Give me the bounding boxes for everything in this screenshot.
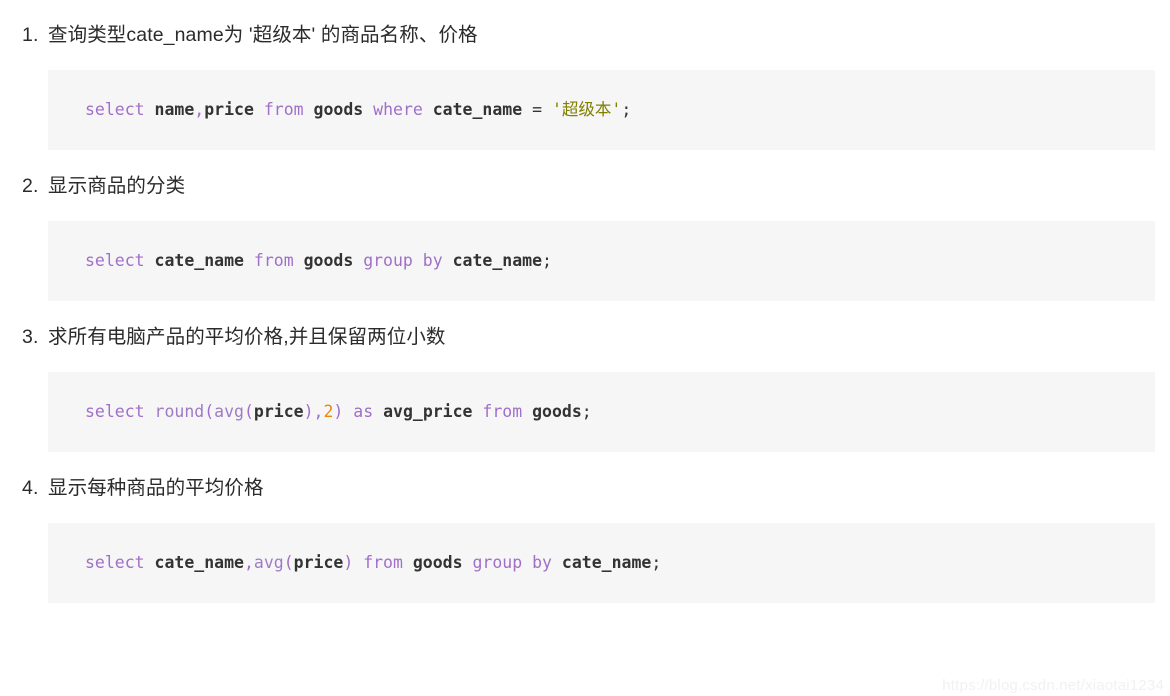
code-token-id: cate_name (452, 251, 543, 270)
code-token-pk: ( (204, 402, 215, 421)
code-token-kw: from (253, 251, 294, 270)
code-token-punc (373, 402, 383, 421)
code-token-id: goods (303, 251, 354, 270)
code-token-punc (522, 553, 532, 572)
code-token-pk: , (313, 402, 324, 421)
code-token-punc (413, 251, 423, 270)
code-token-kw: select (85, 553, 145, 572)
code-token-punc: ; (581, 402, 592, 421)
code-token-punc (343, 402, 353, 421)
sql-code-block[interactable]: select name,price from goods where cate_… (48, 70, 1155, 150)
code-token-pk: ) (333, 402, 344, 421)
question-item: 3. 求所有电脑产品的平均价格,并且保留两位小数 select round(avg(… (0, 324, 1170, 452)
code-token-kw: select (85, 251, 145, 270)
question-title: 求所有电脑产品的平均价格,并且保留两位小数 (48, 326, 446, 348)
question-number: 3. (22, 326, 39, 348)
code-token-kw: as (353, 402, 374, 421)
code-token-id: cate_name (561, 553, 652, 572)
code-token-kw: from (263, 100, 304, 119)
code-token-id: name (154, 100, 195, 119)
code-token-kw: where (373, 100, 423, 119)
code-token-pk: ( (283, 553, 294, 572)
code-token-kw: select (85, 100, 145, 119)
question-heading: 3. 求所有电脑产品的平均价格,并且保留两位小数 (0, 324, 1170, 350)
code-token-punc: ; (621, 100, 632, 119)
code-token-punc (552, 553, 562, 572)
code-token-id: price (204, 100, 254, 119)
question-heading: 2. 显示商品的分类 (0, 173, 1170, 199)
top-spacer (0, 0, 1170, 22)
article-page: 1. 查询类型cate_name为 '超级本' 的商品名称、价格 select na… (0, 0, 1170, 696)
code-token-punc (403, 553, 413, 572)
sql-code-block[interactable]: select cate_name,avg(price) from goods g… (48, 523, 1155, 603)
code-token-id: cate_name (154, 553, 244, 572)
code-token-kw: by (422, 251, 443, 270)
code-token-punc (472, 402, 482, 421)
code-token-punc: ; (651, 553, 662, 572)
code-token-pk: , (243, 553, 254, 572)
code-token-punc (254, 100, 264, 119)
question-item: 2. 显示商品的分类 select cate_name from goods gro… (0, 173, 1170, 301)
question-list: 1. 查询类型cate_name为 '超级本' 的商品名称、价格 select na… (0, 22, 1170, 603)
sql-code-line: select round(avg(price),2) as avg_price … (48, 401, 592, 423)
code-token-op: = (532, 100, 543, 119)
code-token-id: cate_name (154, 251, 244, 270)
sql-code-line: select cate_name,avg(price) from goods g… (48, 552, 661, 574)
code-token-pk: ) (303, 402, 314, 421)
code-token-punc (145, 251, 155, 270)
code-token-fn: round (154, 402, 205, 421)
code-token-kw: group (363, 251, 413, 270)
code-token-fn: avg (214, 402, 244, 421)
code-token-id: cate_name (432, 100, 523, 119)
code-token-punc (145, 100, 155, 119)
code-token-punc (443, 251, 453, 270)
code-token-punc (294, 251, 304, 270)
code-token-fn: avg (253, 553, 284, 572)
code-token-id: goods (532, 402, 582, 421)
question-title: 查询类型cate_name为 '超级本' 的商品名称、价格 (48, 24, 478, 46)
code-token-kw: select (85, 402, 145, 421)
code-token-punc (145, 402, 155, 421)
code-token-pk: ( (243, 402, 254, 421)
question-item: 4. 显示每种商品的平均价格 select cate_name,avg(price)… (0, 475, 1170, 603)
code-token-kw: from (482, 402, 523, 421)
question-number: 2. (22, 175, 39, 197)
csdn-watermark: https://blog.csdn.net/xiaotai1234 (942, 677, 1164, 694)
code-token-num: 2 (323, 402, 334, 421)
code-token-punc (145, 553, 155, 572)
code-token-id: avg_price (383, 402, 473, 421)
code-token-id: price (253, 402, 304, 421)
code-token-punc (542, 100, 552, 119)
question-heading: 4. 显示每种商品的平均价格 (0, 475, 1170, 501)
code-token-punc (304, 100, 314, 119)
code-token-punc (522, 100, 532, 119)
code-token-pk: , (194, 100, 205, 119)
sql-code-line: select cate_name from goods group by cat… (48, 250, 552, 272)
question-title: 显示商品的分类 (48, 175, 186, 197)
question-item: 1. 查询类型cate_name为 '超级本' 的商品名称、价格 select na… (0, 22, 1170, 150)
code-token-kw: by (532, 553, 552, 572)
code-token-punc (353, 251, 363, 270)
code-token-kw: group (472, 553, 523, 572)
code-token-id: price (293, 553, 344, 572)
code-token-punc (522, 402, 532, 421)
code-token-punc: ; (542, 251, 552, 270)
code-token-punc (463, 553, 473, 572)
question-title: 显示每种商品的平均价格 (48, 477, 264, 499)
question-number: 4. (22, 477, 39, 499)
code-token-punc (363, 100, 373, 119)
sql-code-line: select name,price from goods where cate_… (48, 99, 631, 121)
question-number: 1. (22, 24, 39, 46)
code-token-punc (244, 251, 254, 270)
code-token-punc (423, 100, 433, 119)
code-token-id: goods (313, 100, 364, 119)
sql-code-block[interactable]: select cate_name from goods group by cat… (48, 221, 1155, 301)
code-token-kw: from (363, 553, 403, 572)
code-token-pk: ) (343, 553, 354, 572)
code-token-str: '超级本' (551, 100, 622, 119)
sql-code-block[interactable]: select round(avg(price),2) as avg_price … (48, 372, 1155, 452)
code-token-punc (353, 553, 363, 572)
question-heading: 1. 查询类型cate_name为 '超级本' 的商品名称、价格 (0, 22, 1170, 48)
code-token-id: goods (412, 553, 463, 572)
